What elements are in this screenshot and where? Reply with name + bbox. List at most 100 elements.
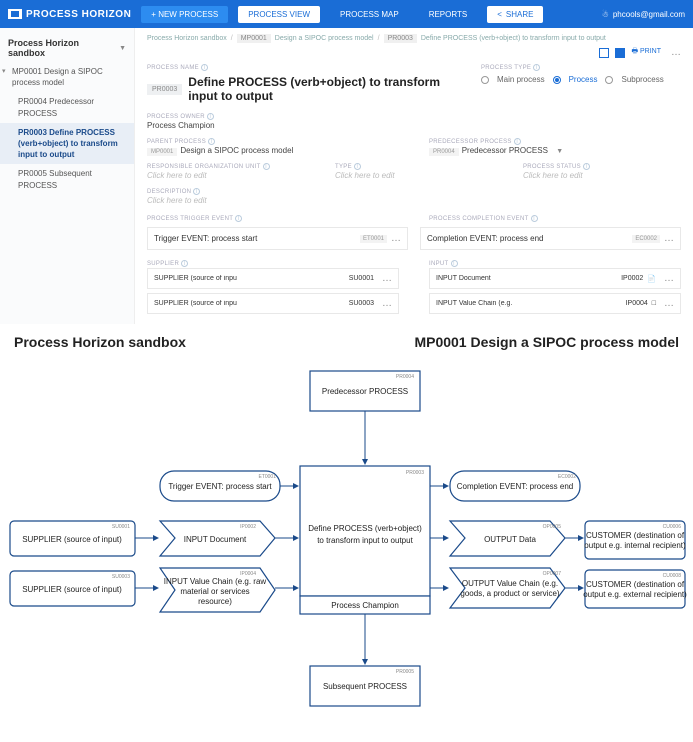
new-process-button[interactable]: + NEW PROCESS <box>141 6 228 23</box>
more-icon[interactable]: … <box>664 233 674 244</box>
radio-process[interactable] <box>553 76 561 84</box>
chevron-down-icon: ▼ <box>119 45 126 52</box>
sidebar-item-define[interactable]: PR0003 Define PROCESS (verb+object) to t… <box>0 123 134 165</box>
diagram-left-title: Process Horizon sandbox <box>14 334 186 350</box>
share-button[interactable]: < SHARE <box>487 6 543 23</box>
process-view-button[interactable]: PROCESS VIEW <box>238 6 320 23</box>
svg-text:SU0001: SU0001 <box>112 524 130 530</box>
svg-text:SUPPLIER (source of input): SUPPLIER (source of input) <box>22 535 122 544</box>
svg-text:CUSTOMER (destination of: CUSTOMER (destination of <box>586 580 685 589</box>
page-title[interactable]: Define PROCESS (verb+object) to transfor… <box>188 75 461 103</box>
radio-main-label: Main process <box>497 75 545 84</box>
info-icon: i <box>193 188 200 195</box>
user-email: phcools@gmail.com <box>613 10 685 19</box>
doc-icon: 📄 <box>647 275 656 283</box>
svg-text:ET0001: ET0001 <box>258 474 276 480</box>
svg-text:Process Champion: Process Champion <box>331 601 399 610</box>
predecessor-value[interactable]: PR0004Predecessor PROCESS ▼ <box>429 146 681 155</box>
description-input[interactable]: Click here to edit <box>147 196 681 205</box>
info-icon: i <box>207 113 214 120</box>
svg-text:PR0004: PR0004 <box>396 374 414 380</box>
info-icon: i <box>514 138 521 145</box>
svg-text:material or services: material or services <box>180 587 249 596</box>
svg-text:INPUT Document: INPUT Document <box>184 535 247 544</box>
svg-text:SU0003: SU0003 <box>112 574 130 580</box>
svg-text:OP0005: OP0005 <box>543 524 562 530</box>
info-icon: i <box>235 215 242 222</box>
sidebar-item-id: PR0003 <box>18 128 47 137</box>
breadcrumb-mp-label[interactable]: Design a SIPOC process model <box>275 35 374 42</box>
print-button[interactable]: 🖶 PRINT <box>631 47 661 58</box>
svg-text:to transform input to output: to transform input to output <box>317 536 413 545</box>
more-icon[interactable]: … <box>382 298 392 309</box>
more-icon[interactable]: … <box>671 47 681 58</box>
user-icon: ☃ <box>602 10 609 19</box>
sidebar-item-id: PR0005 <box>18 169 47 178</box>
reports-button[interactable]: REPORTS <box>419 6 478 23</box>
svg-text:Define PROCESS (verb+object): Define PROCESS (verb+object) <box>308 524 422 533</box>
resp-org-input[interactable]: Click here to edit <box>147 171 305 180</box>
process-name-label: PROCESS NAMEi <box>147 64 461 71</box>
app-header: PROCESS HORIZON + NEW PROCESS PROCESS VI… <box>0 0 693 28</box>
status-label: PROCESS STATUSi <box>523 163 681 170</box>
sidebar-item-pred[interactable]: PR0004 Predecessor PROCESS <box>0 92 134 122</box>
svg-text:OUTPUT Data: OUTPUT Data <box>484 535 536 544</box>
svg-text:INPUT Value Chain (e.g. raw: INPUT Value Chain (e.g. raw <box>164 577 267 586</box>
sidebar-item-id: MP0001 <box>12 67 42 76</box>
input-row[interactable]: INPUT Document IP0002 📄 … <box>429 268 681 289</box>
svg-text:IP0002: IP0002 <box>240 524 256 530</box>
supplier-row[interactable]: SUPPLIER (source of inpu SU0003 … <box>147 293 399 314</box>
trigger-section-label: PROCESS TRIGGER EVENTi <box>147 215 399 222</box>
sidebar-item-subs[interactable]: PR0005 Subsequent PROCESS <box>0 164 134 194</box>
info-icon: i <box>208 138 215 145</box>
info-icon: i <box>354 163 361 170</box>
input-section-label: INPUTi <box>429 260 681 267</box>
caret-icon: ▾ <box>2 67 6 77</box>
process-code-tag: PR0003 <box>147 84 182 95</box>
resp-org-label: RESPONSIBLE ORGANIZATION UNITi <box>147 163 305 170</box>
more-icon[interactable]: … <box>382 273 392 284</box>
process-map-button[interactable]: PROCESS MAP <box>330 6 409 23</box>
completion-event-card[interactable]: Completion EVENT: process end EC0002 … <box>420 227 681 250</box>
status-input[interactable]: Click here to edit <box>523 171 681 180</box>
sidebar-item-id: PR0004 <box>18 97 47 106</box>
sidebar-title[interactable]: Process Horizon sandbox ▼ <box>0 34 134 62</box>
svg-text:PR0003: PR0003 <box>406 470 424 476</box>
view-icon[interactable] <box>615 48 625 58</box>
radio-process-label: Process <box>569 75 598 84</box>
parent-process-label: PARENT PROCESSi <box>147 138 399 145</box>
svg-text:Predecessor PROCESS: Predecessor PROCESS <box>322 387 408 396</box>
input-row[interactable]: INPUT Value Chain (e.g. IP0004 □ … <box>429 293 681 314</box>
svg-text:PR0005: PR0005 <box>396 669 414 675</box>
user-menu[interactable]: ☃ phcools@gmail.com <box>602 10 685 19</box>
supplier-row[interactable]: SUPPLIER (source of inpu SU0001 … <box>147 268 399 289</box>
breadcrumb-root[interactable]: Process Horizon sandbox <box>147 35 227 42</box>
process-owner-value[interactable]: Process Champion <box>147 121 681 130</box>
main-panel: Process Horizon sandbox / MP0001 Design … <box>135 28 693 324</box>
breadcrumb-mp-tag[interactable]: MP0001 <box>237 34 271 43</box>
radio-sub[interactable] <box>605 76 613 84</box>
process-type-label: PROCESS TYPEi <box>481 64 681 71</box>
type-field-label: TYPEi <box>335 163 493 170</box>
more-icon[interactable]: … <box>664 298 674 309</box>
type-input[interactable]: Click here to edit <box>335 171 493 180</box>
info-icon: i <box>201 64 208 71</box>
svg-text:goods, a product or service): goods, a product or service) <box>460 589 559 598</box>
sidebar-item-mp[interactable]: ▾ MP0001 Design a SIPOC process model <box>0 62 134 92</box>
svg-text:resource): resource) <box>198 597 232 606</box>
box-icon: □ <box>652 300 656 307</box>
more-icon[interactable]: … <box>664 273 674 284</box>
parent-process-value[interactable]: MP0001Design a SIPOC process model <box>147 146 399 155</box>
breadcrumb-pr-label: Define PROCESS (verb+object) to transfor… <box>421 35 606 42</box>
more-icon[interactable]: … <box>391 233 401 244</box>
info-icon: i <box>533 64 540 71</box>
info-icon: i <box>451 260 458 267</box>
svg-text:CU0008: CU0008 <box>663 573 682 579</box>
info-icon: i <box>181 260 188 267</box>
chevron-down-icon[interactable]: ▼ <box>556 148 563 155</box>
diagram-header: Process Horizon sandbox MP0001 Design a … <box>0 324 693 356</box>
trigger-event-card[interactable]: Trigger EVENT: process start ET0001 … <box>147 227 408 250</box>
share-label: SHARE <box>506 10 534 19</box>
copy-icon[interactable] <box>599 48 609 58</box>
radio-main[interactable] <box>481 76 489 84</box>
